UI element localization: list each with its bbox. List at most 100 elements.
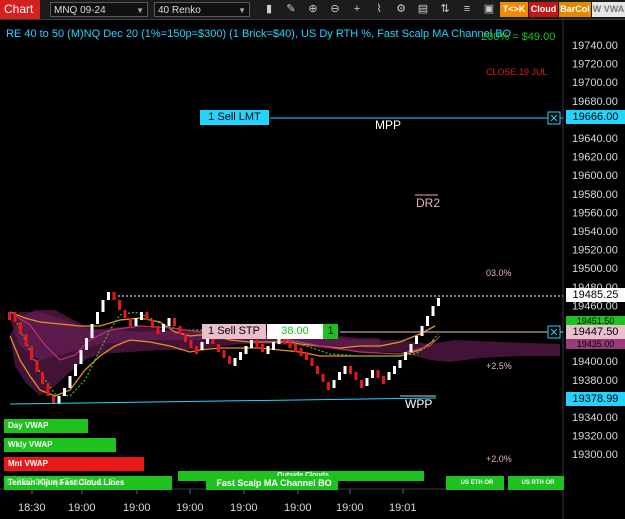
renko-brick: [140, 312, 143, 320]
data-box-icon[interactable]: ▤: [416, 2, 430, 17]
renko-brick: [354, 372, 358, 380]
vwap-toggle-button[interactable]: W VWA: [592, 2, 625, 17]
sell-lmt-order[interactable]: 1 Sell LMT: [200, 110, 269, 125]
crosshair-icon[interactable]: +: [350, 2, 364, 17]
wkly-vwap-bar: Wkly VWAP: [4, 438, 116, 452]
chevron-down-icon: ▼: [238, 6, 246, 15]
renko-brick: [393, 366, 396, 374]
price-tick-label: 19680.00: [572, 96, 618, 108]
renko-brick: [343, 366, 347, 374]
price-tick-label: 19640.00: [572, 133, 618, 145]
renko-brick: [316, 366, 319, 374]
renko-brick: [173, 318, 176, 326]
indicators-icon[interactable]: ⌇: [372, 2, 386, 17]
chart-trader-icon[interactable]: ⇅: [438, 2, 452, 17]
us-eth-or-bar: US ETH OR: [446, 476, 504, 490]
renko-brick: [239, 352, 242, 360]
price-tick-label: 19300.00: [572, 449, 618, 461]
renko-brick: [387, 372, 391, 380]
renko-brick: [437, 298, 440, 306]
price-tick-label: 19500.00: [572, 263, 618, 275]
renko-brick: [19, 322, 22, 334]
price-tick-label: 19620.00: [572, 152, 618, 164]
renko-brick: [189, 340, 193, 348]
renko-brick: [134, 318, 138, 326]
renko-brick: [409, 344, 413, 352]
price-tick-label: 19460.00: [572, 300, 618, 312]
renko-brick: [123, 310, 127, 318]
renko-brick: [195, 346, 198, 354]
price-tick-label: 19320.00: [572, 431, 618, 443]
renko-brick: [129, 318, 132, 326]
price-label-cloud-2: 19435.00: [566, 339, 625, 349]
renko-brick: [68, 376, 72, 388]
stp-qty[interactable]: 1: [323, 324, 338, 339]
sell-stp-order[interactable]: 1 Sell STP: [202, 324, 266, 339]
renko-brick: [382, 376, 385, 384]
close-label: CLOSE 19 JUL: [486, 67, 548, 77]
renko-brick: [85, 338, 88, 350]
renko-brick: [96, 312, 99, 324]
renko-brick: [167, 318, 171, 326]
renko-brick: [35, 360, 39, 372]
cloud-toggle-button[interactable]: Cloud: [529, 2, 558, 17]
screenshot-icon[interactable]: ▣: [482, 2, 496, 17]
fast-scalp-bar: Fast Scalp MA Channel BO: [206, 476, 338, 490]
renko-brick: [162, 324, 165, 332]
renko-brick: [255, 340, 259, 348]
renko-brick: [184, 334, 187, 342]
renko-brick: [376, 370, 380, 378]
price-tick-label: 19720.00: [572, 59, 618, 71]
renko-brick: [41, 372, 44, 384]
chevron-down-icon: ▼: [136, 6, 144, 15]
zoom-in-icon[interactable]: ⊕: [306, 2, 320, 17]
renko-brick: [151, 320, 154, 328]
tk-toggle-button[interactable]: T<>K: [500, 2, 528, 17]
bar-type-selector[interactable]: 40 Renko ▼: [154, 2, 250, 17]
draw-tool-icon[interactable]: ✎: [284, 2, 298, 17]
time-tick-label: 19:00: [284, 502, 312, 514]
renko-brick: [398, 360, 402, 368]
barcol-toggle-button[interactable]: BarCol: [559, 2, 591, 17]
dr2-label: DR2: [416, 196, 441, 210]
time-tick-label: 19:00: [336, 502, 364, 514]
chart-header: RE 40 to 50 (M)NQ Dec 20 (1%=150p=$300) …: [6, 28, 512, 40]
bar-type-value: 40 Renko: [158, 5, 201, 16]
instrument-selector[interactable]: MNQ 09-24 ▼: [50, 2, 148, 17]
price-tick-label: 19520.00: [572, 245, 618, 257]
price-tick-label: 19560.00: [572, 207, 618, 219]
renko-brick: [266, 346, 270, 354]
renko-brick: [178, 326, 182, 334]
renko-brick: [299, 348, 303, 356]
renko-brick: [310, 358, 314, 366]
renko-brick: [145, 312, 149, 320]
bar-chart-icon[interactable]: ▮: [262, 2, 276, 17]
price-label-last: 19485.25: [566, 288, 625, 302]
close-icon[interactable]: ✕: [549, 113, 558, 125]
renko-brick: [101, 300, 105, 312]
renko-brick: [415, 336, 418, 344]
close-icon[interactable]: ✕: [549, 327, 558, 339]
renko-brick: [74, 364, 77, 376]
renko-brick: [222, 350, 226, 358]
stp-pnl: 38.00: [267, 324, 323, 339]
renko-brick: [46, 384, 50, 396]
properties-icon[interactable]: ≡: [460, 2, 474, 17]
chart-toolbar: Chart MNQ 09-24 ▼ 40 Renko ▼ ▮ ✎ ⊕ ⊖ + ⌇…: [0, 0, 625, 20]
strategy-icon[interactable]: ⚙: [394, 2, 408, 17]
wpp-line: [9, 397, 437, 405]
time-tick-label: 19:00: [230, 502, 258, 514]
renko-brick: [332, 380, 336, 388]
zoom-out-icon[interactable]: ⊖: [328, 2, 342, 17]
price-tick-label: 19340.00: [572, 412, 618, 424]
renko-brick: [24, 334, 28, 346]
price-tick-label: 19600.00: [572, 170, 618, 182]
renko-brick: [360, 380, 363, 388]
renko-brick: [112, 292, 116, 300]
price-label-wpp: 19378.99: [566, 392, 625, 406]
price-tick-label: 19740.00: [572, 40, 618, 52]
renko-brick: [228, 356, 231, 364]
time-tick-label: 19:00: [123, 502, 151, 514]
pct-20-label: +2.0%: [486, 454, 512, 464]
renko-brick: [156, 326, 160, 334]
